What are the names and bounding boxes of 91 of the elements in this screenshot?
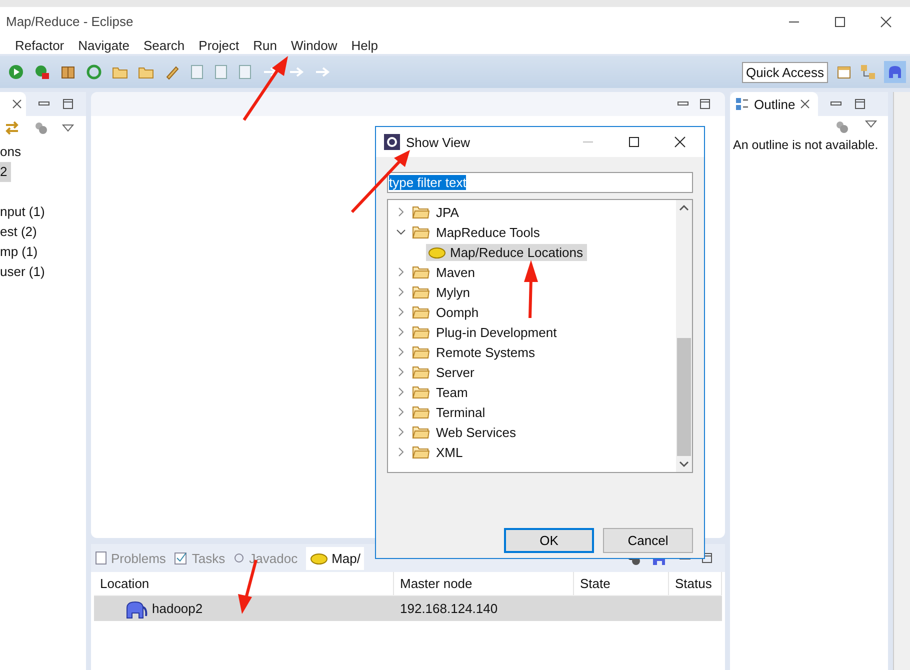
dropdown-icon[interactable] — [62, 124, 74, 132]
view-tab[interactable]: Outline — [730, 92, 818, 116]
close-icon[interactable] — [674, 136, 686, 148]
menu-item[interactable]: Window — [290, 38, 338, 52]
close-icon[interactable] — [880, 16, 892, 28]
tree-item[interactable]: Team — [436, 384, 468, 400]
filter-field[interactable]: type filter text — [387, 172, 693, 193]
column-header[interactable]: Master node — [394, 572, 574, 595]
maximize-icon[interactable] — [854, 98, 866, 110]
tree-item[interactable]: XML — [436, 444, 463, 460]
tree-item[interactable]: Maven — [436, 264, 476, 280]
view-tab[interactable]: Map/ — [306, 546, 364, 570]
view-tab[interactable] — [0, 92, 26, 116]
tree-item[interactable]: Plug-in Development — [436, 324, 557, 340]
menu-item[interactable]: Help — [351, 38, 378, 52]
gears-icon[interactable] — [34, 121, 48, 135]
maximize-icon[interactable] — [62, 98, 74, 110]
gears-icon[interactable] — [835, 120, 849, 134]
menu-item[interactable]: Search — [143, 38, 185, 52]
tree-item[interactable]: Terminal — [436, 404, 486, 420]
menu-item[interactable]: Navigate — [78, 38, 130, 52]
scroll-up-icon[interactable] — [679, 204, 689, 212]
folder-icon — [412, 205, 430, 219]
tree-item[interactable]: JPA — [436, 204, 459, 220]
folder-icon — [412, 265, 430, 279]
dialog-button[interactable]: OK — [504, 528, 594, 553]
column-header[interactable]: State — [574, 572, 669, 595]
page-icon[interactable] — [190, 64, 204, 80]
folder-icon — [412, 305, 430, 319]
folder-icon — [412, 405, 430, 419]
page-icon[interactable] — [214, 64, 228, 80]
tree-item[interactable]: Server — [436, 364, 474, 380]
tree-item[interactable]: ons — [0, 142, 21, 162]
package-icon[interactable] — [60, 64, 76, 80]
debug-icon[interactable] — [34, 64, 50, 80]
perspective-icon[interactable] — [836, 64, 852, 80]
tree-item[interactable]: Map/Reduce Locations — [426, 244, 587, 260]
tree-item[interactable]: Web Services — [436, 424, 516, 440]
folder-icon — [412, 345, 430, 359]
checkbox-icon — [174, 551, 188, 565]
outline-message: An outline is not available. — [733, 138, 880, 152]
menu-item[interactable]: Refactor — [15, 38, 64, 52]
menu-item[interactable]: Project — [198, 38, 240, 52]
tree-item[interactable]: mp (1) — [0, 242, 38, 262]
perspective-icon[interactable] — [860, 64, 876, 80]
tree-item[interactable]: 2 — [0, 162, 12, 182]
tree-item[interactable]: nput (1) — [0, 202, 45, 222]
folder-icon — [412, 425, 430, 439]
run-icon[interactable] — [8, 64, 24, 80]
scrollbar[interactable] — [676, 200, 692, 472]
tree-item[interactable]: est (2) — [0, 222, 37, 242]
window-title: Map/Reduce - Eclipse — [6, 14, 134, 29]
arrow-icon[interactable] — [262, 66, 278, 78]
folder-icon — [412, 445, 430, 459]
outline-icon — [735, 97, 749, 111]
quick-access-field[interactable]: Quick Access — [742, 62, 828, 82]
tree-item[interactable]: Mylyn — [436, 284, 470, 300]
column-header[interactable]: Status — [669, 572, 722, 595]
at-sign-icon — [233, 552, 246, 564]
annotation-arrow — [524, 260, 538, 318]
eclipse-icon — [384, 134, 400, 150]
pen-icon[interactable] — [164, 64, 180, 80]
page-icon[interactable] — [238, 64, 252, 80]
table-cell: hadoop2 — [152, 601, 203, 616]
folder-icon — [412, 285, 430, 299]
annotation-arrow — [242, 56, 288, 121]
close-icon[interactable] — [800, 99, 810, 109]
maximize-icon[interactable] — [699, 98, 711, 110]
folder-icon — [412, 365, 430, 379]
close-icon[interactable] — [12, 99, 22, 109]
maximize-icon[interactable] — [834, 16, 846, 28]
table-row[interactable]: hadoop2 192.168.124.140 — [94, 596, 722, 621]
menu-item[interactable]: Run — [253, 38, 277, 52]
sync-icon[interactable] — [4, 120, 20, 136]
tree-item[interactable]: MapReduce Tools — [436, 224, 540, 240]
table-cell-text: 192.168.124.140 — [399, 601, 499, 616]
dialog-title: Show View — [406, 134, 470, 150]
folder-icon — [412, 325, 430, 339]
refresh-icon[interactable] — [86, 64, 102, 80]
scroll-down-icon[interactable] — [679, 460, 689, 468]
folder-icon[interactable] — [138, 65, 154, 79]
dialog-button[interactable]: Cancel — [603, 528, 693, 553]
dropdown-icon[interactable] — [865, 120, 877, 128]
folder-icon — [412, 385, 430, 399]
folder-icon — [412, 225, 430, 239]
maximize-icon[interactable] — [628, 136, 640, 148]
tree-item[interactable]: Remote Systems — [436, 344, 535, 360]
tree-item[interactable]: user (1) — [0, 262, 45, 282]
folder-icon[interactable] — [112, 65, 128, 79]
tree-item[interactable]: Oomph — [436, 304, 479, 320]
document-icon — [95, 551, 107, 565]
